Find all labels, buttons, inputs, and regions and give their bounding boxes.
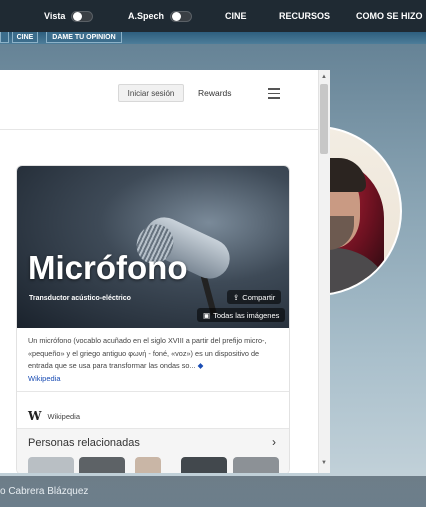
related-people-section[interactable]: Personas relacionadas › (17, 429, 289, 473)
signin-button[interactable]: Iniciar sesión (118, 84, 184, 102)
scroll-up-icon[interactable]: ▲ (321, 74, 327, 80)
images-icon: ▣ (203, 310, 211, 320)
aspeech-toggle[interactable] (170, 10, 193, 22)
knowledge-card: Micrófono Transductor acústico-eléctrico… (16, 165, 290, 473)
top-nav-bar: Vista A.Spech CINE RECURSOS COMO SE HIZO (0, 0, 426, 32)
vista-toggle-group[interactable]: Vista (44, 0, 94, 32)
all-images-button[interactable]: ▣ Todas las imágenes (197, 308, 286, 322)
aspeech-label: A.Spech (128, 11, 165, 21)
vista-label: Vista (44, 11, 66, 21)
wikipedia-icon: W (28, 409, 42, 423)
vista-toggle[interactable] (71, 10, 94, 22)
divider (17, 391, 289, 392)
scroll-thumb[interactable] (320, 84, 328, 154)
menu-icon[interactable] (268, 88, 280, 102)
nav-recursos[interactable]: RECURSOS (279, 0, 330, 32)
scroll-down-icon[interactable]: ▼ (321, 460, 327, 466)
related-person-thumb[interactable] (135, 457, 161, 473)
subbar-cine-button[interactable]: CINE (12, 32, 38, 43)
aspeech-toggle-group[interactable]: A.Spech (128, 0, 193, 32)
search-header: Iniciar sesión Rewards (0, 70, 318, 130)
wikipedia-source-link[interactable]: Wikipedia (28, 374, 61, 383)
nav-como-se-hizo[interactable]: COMO SE HIZO (356, 0, 423, 32)
related-person-thumb[interactable] (28, 457, 74, 473)
share-icon: ⇪ (233, 292, 240, 302)
more-icon[interactable]: ◆ (198, 361, 204, 370)
related-people-title: Personas relacionadas (28, 437, 140, 449)
wikipedia-row[interactable]: W Wikipedia (28, 409, 80, 423)
chevron-right-icon[interactable]: › (272, 435, 276, 449)
nav-cine[interactable]: CINE (225, 0, 247, 32)
related-person-thumb[interactable] (181, 457, 227, 473)
presenter-name: o Cabrera Blázquez (0, 486, 89, 497)
card-subtitle: Transductor acústico-eléctrico (29, 295, 131, 302)
rewards-link[interactable]: Rewards (198, 88, 232, 98)
card-title: Micrófono (28, 249, 188, 286)
share-button[interactable]: ⇪ Compartir (227, 290, 282, 304)
related-person-thumb[interactable] (233, 457, 279, 473)
card-description: Un micrófono (vocablo acuñado en el sigl… (28, 336, 267, 370)
subbar-opinion-button[interactable]: DAME TU OPINION (46, 32, 122, 43)
subbar-left-button[interactable] (0, 32, 9, 43)
browser-panel: Iniciar sesión Rewards Micrófono Transdu… (0, 70, 330, 473)
related-person-thumb[interactable] (79, 457, 125, 473)
